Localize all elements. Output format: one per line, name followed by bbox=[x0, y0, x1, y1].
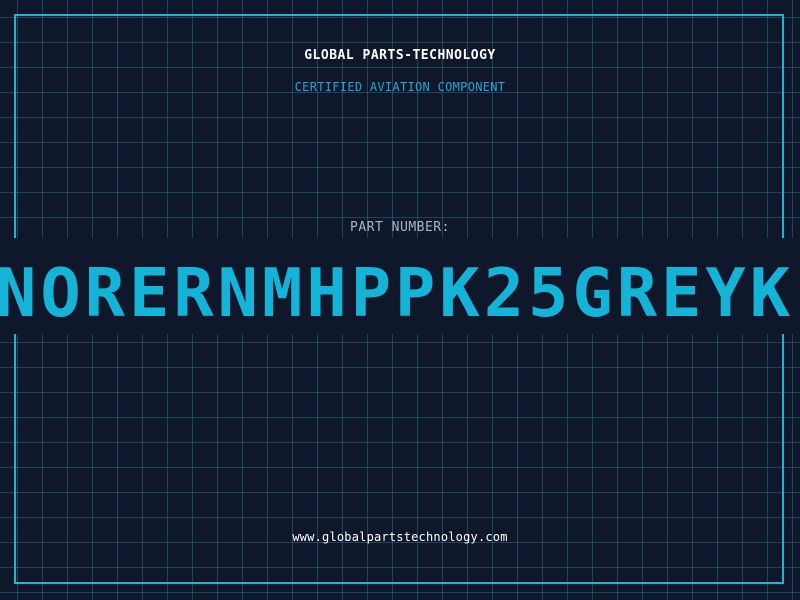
company-name: GLOBAL PARTS-TECHNOLOGY bbox=[304, 48, 496, 63]
website-url: www.globalpartstechnology.com bbox=[292, 530, 508, 544]
part-number-label: PART NUMBER: bbox=[350, 220, 450, 235]
part-number-value: NORERNMHPPK25GREYK bbox=[0, 254, 795, 332]
part-label-card: GLOBAL PARTS-TECHNOLOGY CERTIFIED AVIATI… bbox=[0, 0, 800, 600]
certification-subtitle: CERTIFIED AVIATION COMPONENT bbox=[294, 80, 506, 94]
